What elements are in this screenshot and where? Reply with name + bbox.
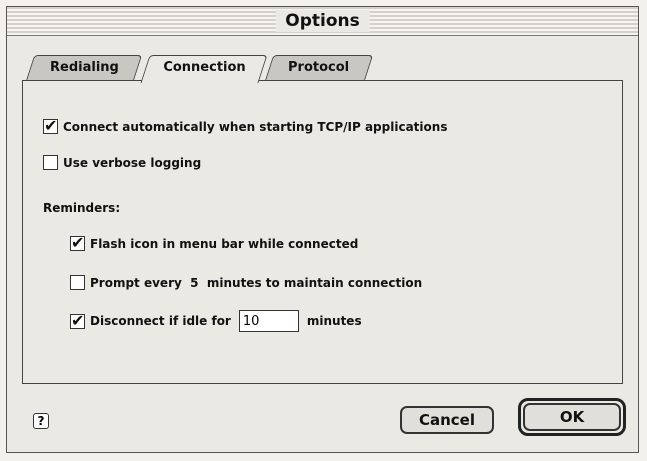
tab-redialing-label: Redialing [49,60,119,75]
connect-auto-label: Connect automatically when starting TCP/… [63,119,448,134]
reminders-heading: Reminders: [43,201,120,215]
prompt-checkbox[interactable] [70,275,85,290]
idle-minutes-input[interactable] [238,310,299,332]
dialog-title: Options [275,10,370,32]
flash-icon-option[interactable]: Flash icon in menu bar while connected [70,233,359,252]
disconnect-label-after: minutes [306,314,362,328]
tab-protocol[interactable]: Protocol [264,55,374,81]
reminders-heading-text: Reminders: [43,201,121,215]
tab-connection-label: Connection [163,60,246,75]
connect-auto-checkbox[interactable] [43,116,58,135]
cancel-button[interactable]: Cancel [400,406,494,434]
verbose-logging-option[interactable]: Use verbose logging [43,155,201,170]
ok-button[interactable]: OK [523,403,621,431]
connection-panel: Connect automatically when starting TCP/… [22,80,623,384]
verbose-logging-label: Use verbose logging [63,155,202,170]
disconnect-option[interactable]: Disconnect if idle for minutes [70,310,362,332]
help-icon[interactable]: ? [33,413,49,429]
flash-icon-label: Flash icon in menu bar while connected [90,236,359,251]
disconnect-label-before: Disconnect if idle for [90,314,231,328]
connect-auto-option[interactable]: Connect automatically when starting TCP/… [43,116,448,135]
flash-icon-checkbox[interactable] [70,233,85,252]
verbose-logging-checkbox[interactable] [43,155,58,170]
tab-connection[interactable]: Connection [140,55,268,83]
tab-protocol-label: Protocol [288,60,350,75]
disconnect-checkbox[interactable] [70,311,85,330]
prompt-label: Prompt every 5 minutes to maintain conne… [90,275,423,290]
title-bar[interactable]: Options [7,7,638,36]
tab-redialing[interactable]: Redialing [25,55,143,81]
prompt-option[interactable]: Prompt every 5 minutes to maintain conne… [70,275,422,290]
